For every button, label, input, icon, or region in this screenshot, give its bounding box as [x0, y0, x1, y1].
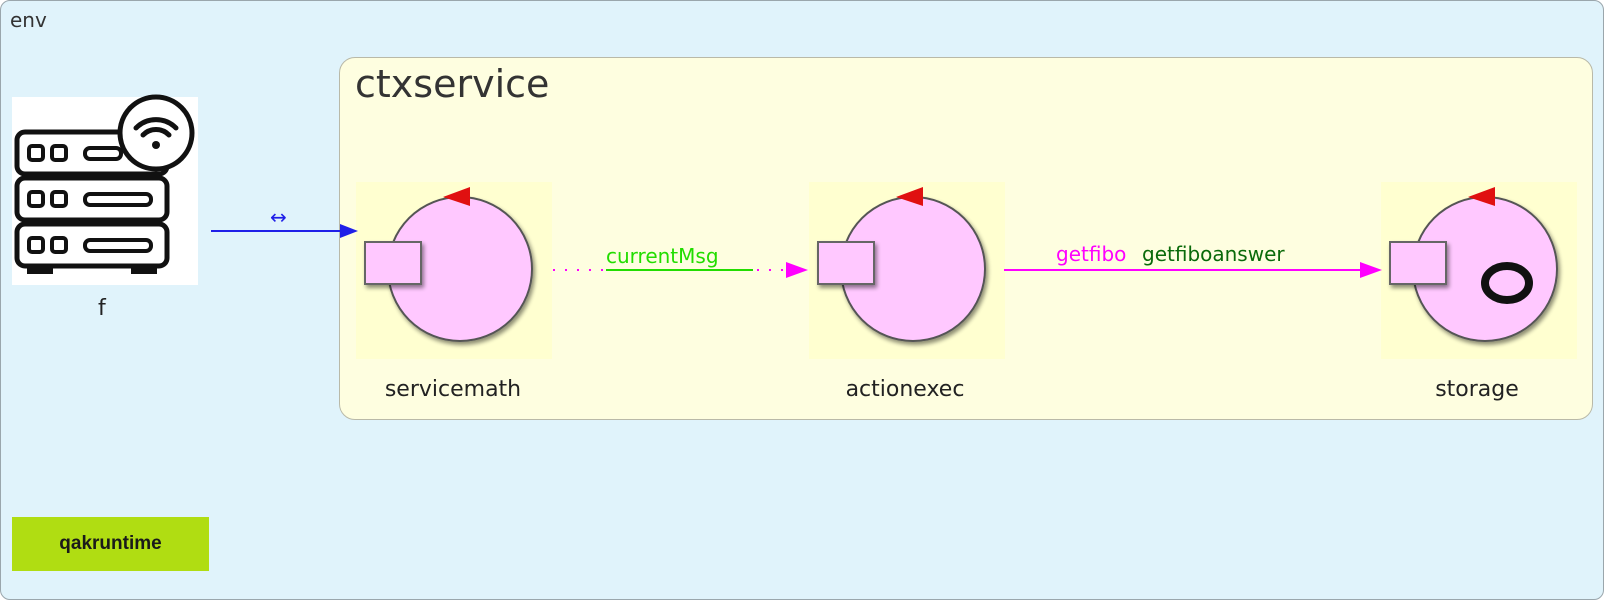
edge-ext-label: ↔ [270, 205, 287, 229]
actor-servicemath-label: servicemath [384, 377, 522, 402]
edge-currentmsg-label: currentMsg [606, 244, 719, 268]
edge-getfiboanswer-label: getfiboanswer [1142, 242, 1285, 266]
actor-storage-label: storage [1435, 377, 1519, 402]
runtime-badge[interactable]: qakruntime [12, 517, 209, 571]
edge-getfibo-label: getfibo [1056, 242, 1126, 266]
actor-servicemath-node[interactable] [364, 187, 533, 342]
actor-storage-node[interactable] [1389, 187, 1558, 342]
actor-actionexec-node[interactable] [817, 187, 986, 342]
diagram-graphics: ↔ currentMsg getfibo getfiboanswer [12, 94, 1558, 342]
external-node-label: f [98, 296, 106, 321]
server-wifi-icon [12, 94, 198, 285]
diagram-canvas: env ctxservice ↔ currentMsg getfibo getf… [0, 0, 1606, 600]
runtime-badge-label: qakruntime [59, 533, 162, 554]
actor-actionexec-label: actionexec [845, 377, 965, 402]
